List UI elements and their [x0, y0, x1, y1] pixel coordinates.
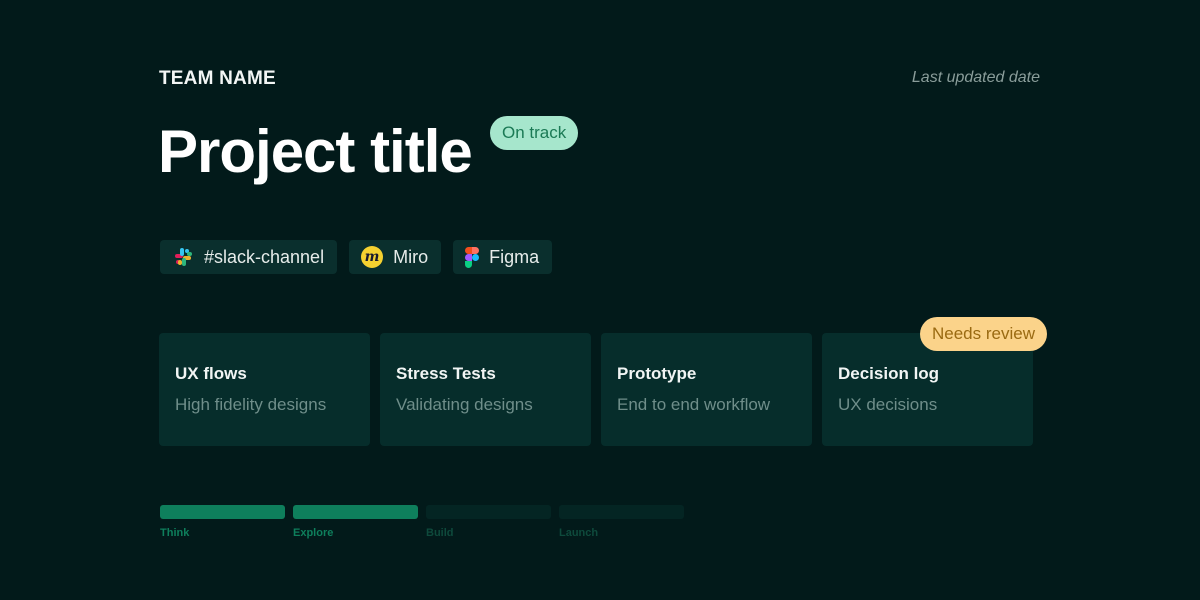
- slack-icon: [172, 246, 194, 268]
- progress-bar-segment: [426, 505, 551, 519]
- tool-links: #slack-channel m Miro Figma: [160, 240, 553, 274]
- slack-channel-label: #slack-channel: [204, 246, 325, 267]
- team-name: TEAM NAME: [159, 68, 276, 89]
- status-badge-on-track: On track: [490, 116, 579, 150]
- card-prototype[interactable]: Prototype End to end workflow: [601, 333, 812, 446]
- card-subtitle: Validating designs: [396, 395, 533, 414]
- miro-icon: m: [361, 246, 384, 268]
- card-ux-flows[interactable]: UX flows High fidelity designs: [159, 333, 370, 446]
- progress-step-label: Build: [426, 527, 454, 539]
- progress-step-build: Build: [426, 505, 551, 539]
- miro-link[interactable]: m Miro: [349, 240, 442, 274]
- project-title: Project title: [158, 118, 473, 185]
- slack-channel-link[interactable]: #slack-channel: [160, 240, 338, 274]
- figma-link[interactable]: Figma: [453, 240, 553, 274]
- progress-step-think: Think: [160, 505, 285, 539]
- progress-step-explore: Explore: [293, 505, 418, 539]
- progress-bar-segment: [293, 505, 418, 519]
- progress-step-launch: Launch: [559, 505, 684, 539]
- card-subtitle: High fidelity designs: [175, 395, 327, 414]
- card-title: UX flows: [175, 364, 247, 383]
- last-updated-date: Last updated date: [911, 69, 1040, 86]
- card-title: Decision log: [838, 364, 940, 383]
- card-stress-tests[interactable]: Stress Tests Validating designs: [380, 333, 591, 446]
- workstream-cards: UX flows High fidelity designs Stress Te…: [159, 333, 1033, 446]
- progress-step-label: Launch: [559, 527, 599, 539]
- progress-tracker: Think Explore Build Launch: [160, 505, 684, 539]
- card-title: Stress Tests: [396, 364, 496, 383]
- figma-label: Figma: [489, 246, 540, 267]
- progress-step-label: Think: [160, 527, 190, 539]
- miro-label: Miro: [393, 246, 429, 267]
- status-badge-needs-review: Needs review: [920, 317, 1047, 351]
- progress-step-label: Explore: [293, 527, 334, 539]
- progress-bar-segment: [160, 505, 285, 519]
- card-subtitle: UX decisions: [838, 395, 938, 414]
- card-subtitle: End to end workflow: [617, 395, 771, 414]
- progress-bar-segment: [559, 505, 684, 519]
- figma-icon: [465, 246, 480, 268]
- card-title: Prototype: [617, 364, 697, 383]
